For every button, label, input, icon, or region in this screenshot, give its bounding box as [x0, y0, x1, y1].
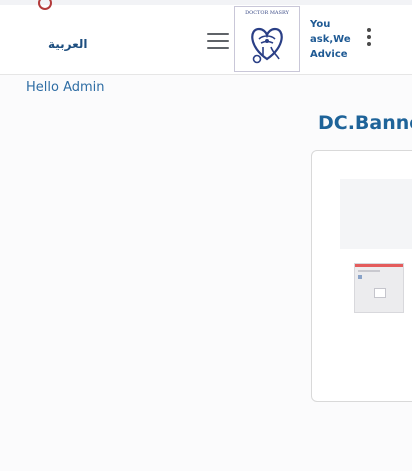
greeting-text: Hello Admin [26, 80, 105, 95]
logo[interactable]: DOCTOR MASRY [234, 6, 300, 72]
app-header: العربية DOCTOR MASRY You ask,We Advice [0, 0, 412, 75]
more-options-icon[interactable] [366, 28, 372, 49]
stethoscope-heart-icon [251, 27, 283, 64]
image-placeholder [340, 179, 412, 249]
page-title: DC.Banne [318, 112, 412, 134]
brand-icon [38, 0, 52, 10]
logo-text: DOCTOR MASRY [245, 10, 289, 16]
banner-card [311, 150, 412, 402]
banner-thumbnail[interactable] [354, 263, 404, 313]
menu-icon[interactable] [207, 33, 229, 49]
language-switch-link[interactable]: العربية [48, 37, 88, 51]
tagline: You ask,We Advice [310, 19, 351, 60]
